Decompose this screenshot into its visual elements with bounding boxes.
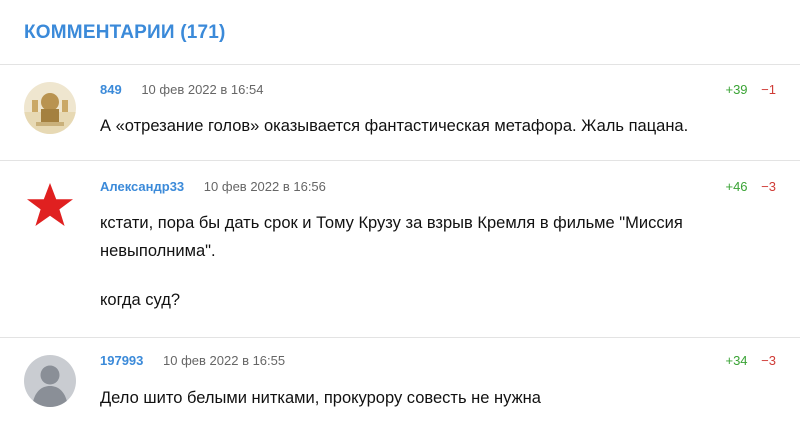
user-photo-avatar[interactable] <box>24 82 76 134</box>
comment-text: А «отрезание голов» оказывается фантасти… <box>100 117 689 135</box>
comment-date: 10 фев 2022 в 16:56 <box>203 179 326 194</box>
comment-text: Дело шито белыми нитками, прокурору сове… <box>100 389 541 407</box>
comment-author[interactable]: Александр33 <box>100 179 184 194</box>
upvote-count[interactable]: +39 <box>725 82 747 97</box>
comment-text-line: невыполнима". <box>100 242 216 260</box>
downvote-count[interactable]: −3 <box>761 179 776 194</box>
comment-divider <box>0 337 800 338</box>
comment-text-line: когда суд? <box>100 291 181 309</box>
comment-divider <box>0 160 800 161</box>
comments-header: КОММЕНТАРИИ (171) <box>24 22 226 43</box>
comment-author[interactable]: 849 <box>100 82 122 97</box>
comment-author[interactable]: 197993 <box>100 353 143 368</box>
default-user-avatar[interactable] <box>24 355 76 407</box>
header-divider <box>0 64 800 65</box>
downvote-count[interactable]: −1 <box>761 82 776 97</box>
red-star-avatar[interactable] <box>24 180 76 232</box>
comment-text-line: кстати, пора бы дать срок и Тому Крузу з… <box>100 214 683 232</box>
comment-date: 10 фев 2022 в 16:54 <box>141 82 264 97</box>
downvote-count[interactable]: −3 <box>761 353 776 368</box>
upvote-count[interactable]: +34 <box>725 353 747 368</box>
comment-date: 10 фев 2022 в 16:55 <box>163 353 286 368</box>
upvote-count[interactable]: +46 <box>725 179 747 194</box>
